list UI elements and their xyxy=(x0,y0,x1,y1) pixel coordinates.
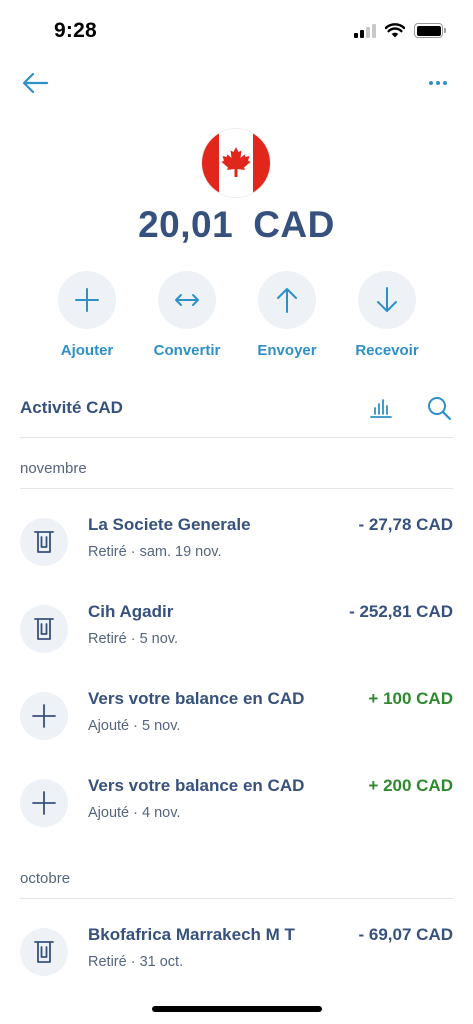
atm-withdrawal-icon xyxy=(20,518,68,566)
month-label: octobre xyxy=(20,870,71,887)
more-options-button[interactable] xyxy=(423,72,453,94)
month-header-octobre: octobre xyxy=(20,859,453,899)
transaction-row[interactable]: Bkofafrica Marrakech M T Retiré · 31 oct… xyxy=(20,917,453,987)
transaction-row[interactable]: La Societe Generale Retiré · sam. 19 nov… xyxy=(20,507,453,577)
wifi-icon xyxy=(385,23,405,38)
convert-label: Convertir xyxy=(153,342,221,359)
transaction-subtitle: Ajouté · 4 nov. xyxy=(88,805,181,821)
more-dot-icon xyxy=(443,81,447,85)
status-time: 9:28 xyxy=(54,19,97,42)
balance-currency: CAD xyxy=(253,204,335,245)
activity-header: Activité CAD xyxy=(20,390,453,438)
add-money-button[interactable]: Ajouter xyxy=(37,271,137,359)
home-indicator[interactable] xyxy=(152,1006,322,1012)
transaction-subtitle: Retiré · sam. 19 nov. xyxy=(88,544,222,560)
receive-label: Recevoir xyxy=(355,342,419,359)
battery-icon xyxy=(414,23,446,38)
transaction-amount: + 100 CAD xyxy=(368,689,453,708)
balance-amount: 20,01 xyxy=(138,204,234,245)
transaction-amount: - 252,81 CAD xyxy=(349,602,453,621)
plus-icon xyxy=(20,779,68,827)
transaction-amount: + 200 CAD xyxy=(368,776,453,795)
transaction-title: Vers votre balance en CAD xyxy=(88,689,305,708)
status-icons xyxy=(354,23,446,38)
canada-flag-icon xyxy=(202,129,270,197)
convert-button[interactable]: Convertir xyxy=(137,271,237,359)
more-dot-icon xyxy=(429,81,433,85)
insights-button[interactable] xyxy=(369,395,393,419)
transaction-title: Bkofafrica Marrakech M T xyxy=(88,925,295,944)
action-bar: Ajouter Convertir Envoyer Recevoir xyxy=(37,271,437,359)
arrow-up-icon xyxy=(277,288,297,313)
transaction-title: La Societe Generale xyxy=(88,515,251,534)
transaction-row[interactable]: Cih Agadir Retiré · 5 nov. - 252,81 CAD xyxy=(20,594,453,664)
add-money-label: Ajouter xyxy=(60,342,114,359)
send-button[interactable]: Envoyer xyxy=(237,271,337,359)
more-dot-icon xyxy=(436,81,440,85)
convert-arrows-icon xyxy=(175,294,199,306)
bar-chart-icon xyxy=(370,399,392,418)
transaction-subtitle: Retiré · 5 nov. xyxy=(88,631,178,647)
back-button[interactable] xyxy=(18,68,52,98)
balance-display: 20,01 CAD xyxy=(0,204,473,246)
arrow-left-icon xyxy=(22,72,49,94)
transaction-row[interactable]: Vers votre balance en CAD Ajouté · 4 nov… xyxy=(20,768,453,838)
search-icon xyxy=(428,397,452,421)
status-bar: 9:28 xyxy=(0,0,473,60)
transaction-amount: - 69,07 CAD xyxy=(358,925,453,944)
transaction-amount: - 27,78 CAD xyxy=(358,515,453,534)
transaction-title: Vers votre balance en CAD xyxy=(88,776,305,795)
atm-withdrawal-icon xyxy=(20,928,68,976)
search-button[interactable] xyxy=(426,395,452,421)
transaction-subtitle: Retiré · 31 oct. xyxy=(88,954,184,970)
month-label: novembre xyxy=(20,460,87,477)
transaction-row[interactable]: Vers votre balance en CAD Ajouté · 5 nov… xyxy=(20,681,453,751)
transaction-title: Cih Agadir xyxy=(88,602,174,621)
atm-withdrawal-icon xyxy=(20,605,68,653)
plus-icon xyxy=(20,692,68,740)
transaction-subtitle: Ajouté · 5 nov. xyxy=(88,718,181,734)
cellular-signal-icon xyxy=(354,23,376,38)
month-header-novembre: novembre xyxy=(20,449,453,489)
send-label: Envoyer xyxy=(257,342,317,359)
activity-title: Activité CAD xyxy=(20,398,123,417)
plus-icon xyxy=(75,288,99,312)
arrow-down-icon xyxy=(377,287,397,312)
receive-button[interactable]: Recevoir xyxy=(337,271,437,359)
